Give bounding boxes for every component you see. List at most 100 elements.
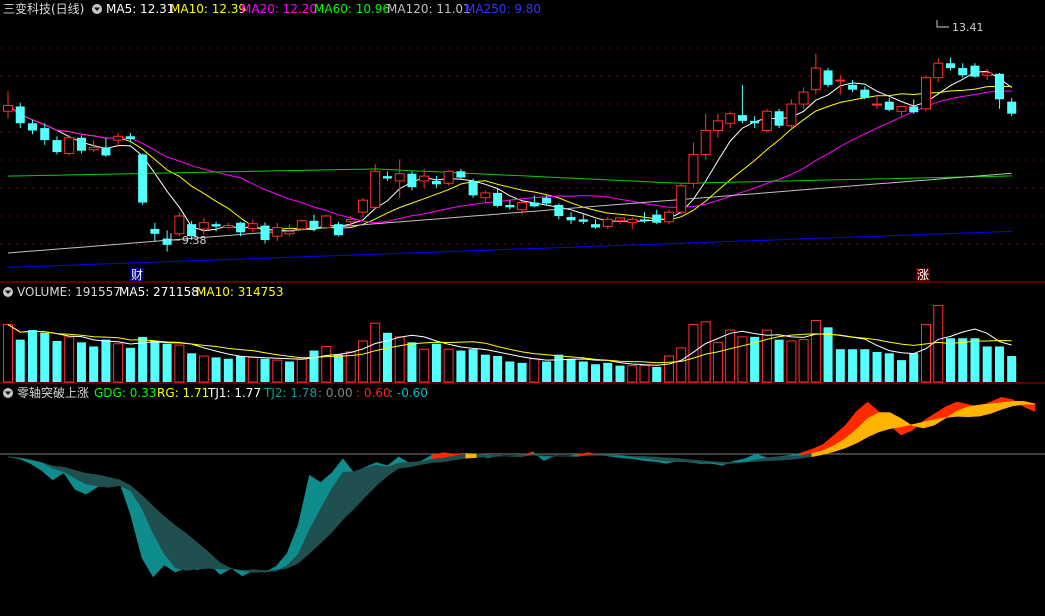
candle-body <box>273 228 282 237</box>
indicator-signal-band-up <box>890 413 901 429</box>
candle-body <box>983 73 992 75</box>
stock-chart: 三变科技(日线) MA5: 12.31 MA10: 12.39 MA20: 12… <box>0 0 1045 612</box>
candle-body <box>824 70 833 84</box>
volume-bar <box>444 349 453 382</box>
indicator-neg: : -0.60 <box>389 386 428 400</box>
volume-title: VOLUME: 191557 <box>17 285 121 299</box>
candle-body <box>897 106 906 111</box>
candle-body <box>689 155 698 184</box>
candle-body <box>970 66 979 77</box>
volume-bar <box>824 327 833 382</box>
candle-body <box>322 216 331 228</box>
candle-body <box>114 136 123 140</box>
volume-bar <box>958 338 967 382</box>
candle-body <box>909 106 918 112</box>
main-collapse-button[interactable] <box>92 4 102 14</box>
indicator-tj2: TJ2: 1.78 <box>263 386 317 400</box>
ma60-line <box>8 169 1012 183</box>
volume-bar <box>713 342 722 382</box>
candle-body <box>16 106 25 123</box>
indicator-signal-band-down <box>488 455 499 457</box>
indicator-signal-band-down <box>265 570 276 572</box>
volume-bar <box>163 344 172 382</box>
volume-bar <box>542 362 551 383</box>
candle-body <box>567 217 576 220</box>
candle-body <box>358 200 367 212</box>
volume-bar <box>664 356 673 382</box>
candle-body <box>52 140 61 152</box>
indicator-signal-band-down <box>86 473 97 486</box>
main-ma60: MA60: 10.96 <box>314 2 390 16</box>
candle-body <box>40 128 49 140</box>
indicator-signal-band-down <box>499 455 510 456</box>
candle-body <box>334 224 343 235</box>
volume-bar <box>603 363 612 382</box>
candle-body <box>946 63 955 68</box>
indicator-signal-band-down <box>544 456 555 457</box>
volume-bar <box>518 363 527 382</box>
candle-body <box>493 193 502 206</box>
volume-bar <box>701 322 710 382</box>
main-ma250: MA250: 9.80 <box>465 2 541 16</box>
volume-bar <box>150 341 159 382</box>
volume-bar <box>836 349 845 382</box>
indicator-collapse-button[interactable] <box>3 388 13 398</box>
volume-bar <box>16 340 25 382</box>
candle-body <box>175 216 184 234</box>
indicator-signal-band-down <box>689 460 700 463</box>
indicator-rg: RG: 1.71 <box>157 386 209 400</box>
volume-bar <box>909 353 918 382</box>
volume-bar <box>567 359 576 382</box>
candle-body <box>261 226 270 240</box>
indicator-signal-band-down <box>109 477 120 487</box>
candle-body <box>554 205 563 216</box>
indicator-header: 零轴突破上涨 GDG: 0.33 RG: 1.71 TJ1: 1.77 TJ2:… <box>3 385 428 400</box>
volume-bar <box>420 349 429 382</box>
volume-bar <box>799 340 808 382</box>
indicator-signal-band-down <box>700 461 711 463</box>
volume-bar <box>224 359 233 382</box>
volume-bar <box>395 337 404 382</box>
volume-bar <box>873 352 882 382</box>
main-ma10: MA10: 12.39 <box>170 2 246 16</box>
candle-body <box>677 186 686 212</box>
volume-bar <box>726 330 735 382</box>
candle-body <box>811 68 820 90</box>
volume-bar <box>261 359 270 382</box>
volume-bar <box>628 366 637 382</box>
candle-body <box>836 80 845 81</box>
volume-collapse-button[interactable] <box>3 287 13 297</box>
volume-bar <box>126 348 135 382</box>
volume-bar <box>493 356 502 382</box>
candle-body <box>591 224 600 227</box>
indicator-signal-band-down <box>410 462 421 467</box>
event-marker-limit-up[interactable]: 涨 <box>916 267 930 282</box>
indicator-signal-band-up <box>979 404 990 416</box>
indicator-signal-band-up <box>879 413 890 432</box>
volume-bar <box>310 351 319 382</box>
volume-ma10: MA10: 314753 <box>196 285 284 299</box>
candle-body <box>738 115 747 121</box>
candle-body <box>640 219 649 220</box>
high-price-label: 13.41 <box>952 21 984 34</box>
candle-body <box>873 104 882 105</box>
volume-header: VOLUME: 191557 MA5: 271158 MA10: 314753 <box>3 285 284 299</box>
volume-bar <box>591 364 600 382</box>
indicator-signal-band-down <box>175 526 186 571</box>
indicator-signal-band-down <box>399 462 410 468</box>
event-marker-finance[interactable]: 财 <box>130 268 144 282</box>
indicator-signal-band-down <box>767 457 778 461</box>
candle-body <box>346 219 355 221</box>
candle-body <box>236 223 245 233</box>
candlestick-series <box>4 54 1017 252</box>
indicator-signal-band-down <box>667 458 678 462</box>
volume-bar <box>322 346 331 382</box>
indicator-signal-band-down <box>97 475 108 488</box>
candle-body <box>310 221 319 229</box>
volume-bar <box>469 349 478 382</box>
indicator-signal-band-down <box>722 462 733 464</box>
chart-window: 三变科技(日线) MA5: 12.31 MA10: 12.39 MA20: 12… <box>0 0 1045 612</box>
volume-bar <box>4 325 13 382</box>
candle-body <box>713 121 722 131</box>
main-ma5: MA5: 12.31 <box>106 2 174 16</box>
